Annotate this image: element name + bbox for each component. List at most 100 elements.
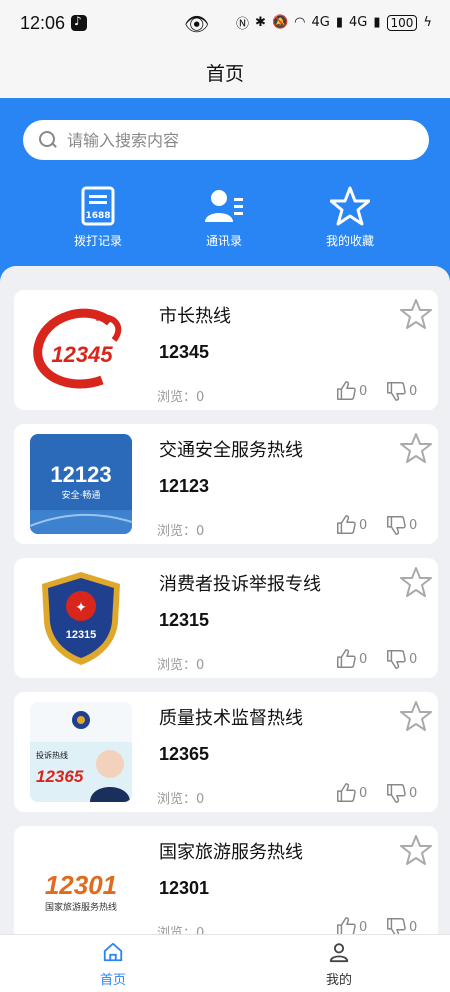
dislike-button[interactable]: 0 xyxy=(385,916,417,936)
signal-icon-2: ▮ xyxy=(373,15,381,30)
favorite-star-icon[interactable] xyxy=(400,432,432,464)
thumbs-up-icon xyxy=(337,783,356,802)
hotline-logo-12301: 12301 国家旅游服务热线 xyxy=(30,836,132,936)
mute-icon: 🔕 xyxy=(271,15,289,30)
favorite-star-icon[interactable] xyxy=(400,298,432,330)
hotline-logo-12315: ✦ 12315 xyxy=(30,568,132,668)
dislike-count: 0 xyxy=(409,651,418,667)
like-count: 0 xyxy=(359,651,368,667)
thumbs-down-icon xyxy=(387,784,406,803)
nav-bar: 首页 xyxy=(0,46,450,98)
search-bar[interactable] xyxy=(23,120,429,160)
like-button[interactable]: 0 xyxy=(335,380,367,402)
page-title: 首页 xyxy=(205,62,244,85)
tab-label: 首页 xyxy=(99,973,126,988)
thumbs-down-icon xyxy=(387,516,406,535)
call-log-icon: 1688 xyxy=(81,186,115,226)
like-button[interactable]: 0 xyxy=(335,514,367,536)
hotline-card[interactable]: 投诉热线 12365 质量技术监督热线 12365 浏览：0 0 0 xyxy=(14,692,438,812)
view-count: 浏览：0 xyxy=(157,524,205,539)
thumbs-up-icon xyxy=(337,917,356,936)
charging-icon: ϟ xyxy=(423,15,432,30)
star-icon xyxy=(330,186,370,226)
quick-action-contacts[interactable]: 通讯录 xyxy=(164,186,284,249)
quick-action-label: 我的收藏 xyxy=(325,234,374,248)
view-count: 浏览：0 xyxy=(157,792,205,807)
dislike-button[interactable]: 0 xyxy=(385,782,417,804)
quick-action-label: 通讯录 xyxy=(205,234,242,248)
bluetooth-icon: ✱ xyxy=(255,15,266,30)
quick-action-favorites[interactable]: 我的收藏 xyxy=(290,186,410,249)
dislike-count: 0 xyxy=(409,919,418,935)
logo-emblem-glyph: ✦ xyxy=(75,600,87,616)
hotline-card[interactable]: ✦ 12315 消费者投诉举报专线 12315 浏览：0 0 0 xyxy=(14,558,438,678)
battery-level: 100 xyxy=(386,14,418,31)
call-log-badge: 1688 xyxy=(85,211,110,221)
hotline-number[interactable]: 12315 xyxy=(159,610,209,631)
signal-icon-1: ▮ xyxy=(335,15,343,30)
thumbs-down-icon xyxy=(387,650,406,669)
signal-label-2: 4G xyxy=(349,15,368,30)
dislike-count: 0 xyxy=(409,517,418,533)
svg-text:12123: 12123 xyxy=(50,462,111,487)
tab-home[interactable]: 首页 xyxy=(63,941,163,988)
hotline-logo-12365: 投诉热线 12365 xyxy=(30,702,132,802)
svg-text:12365: 12365 xyxy=(36,767,84,786)
tiktok-notification-icon xyxy=(71,14,88,31)
thumbs-up-icon xyxy=(337,515,356,534)
dislike-button[interactable]: 0 xyxy=(385,514,417,536)
like-count: 0 xyxy=(359,785,368,801)
hotline-card[interactable]: 12345 市长热线 12345 浏览：0 0 0 xyxy=(14,290,438,410)
like-count: 0 xyxy=(359,919,368,935)
favorite-star-icon[interactable] xyxy=(400,834,432,866)
hotline-number[interactable]: 12123 xyxy=(159,476,209,497)
tab-label: 我的 xyxy=(325,973,352,988)
view-count: 浏览：0 xyxy=(157,658,205,673)
search-icon xyxy=(39,131,57,149)
hotline-name: 国家旅游服务热线 xyxy=(159,842,303,863)
svg-text:投诉热线: 投诉热线 xyxy=(36,750,68,760)
hotline-name: 交通安全服务热线 xyxy=(159,440,303,461)
contacts-icon xyxy=(205,190,243,222)
dislike-count: 0 xyxy=(409,785,418,801)
person-icon xyxy=(329,943,349,963)
hotline-name: 质量技术监督热线 xyxy=(159,708,303,729)
like-button[interactable]: 0 xyxy=(335,782,367,804)
hotline-card[interactable]: 12123 安全·畅通 交通安全服务热线 12123 浏览：0 0 0 xyxy=(14,424,438,544)
hotline-logo-12123: 12123 安全·畅通 xyxy=(30,434,132,534)
thumbs-down-icon xyxy=(387,382,406,401)
nfc-icon: Ⓝ xyxy=(236,17,250,32)
dislike-button[interactable]: 0 xyxy=(385,648,417,670)
hotline-list: 12345 市长热线 12345 浏览：0 0 0 12123 安全·畅通 交通… xyxy=(0,266,450,936)
svg-text:12345: 12345 xyxy=(51,342,113,367)
search-input[interactable] xyxy=(67,130,387,150)
like-button[interactable]: 0 xyxy=(335,916,367,936)
like-count: 0 xyxy=(359,517,368,533)
dislike-button[interactable]: 0 xyxy=(385,380,417,402)
status-icons: Ⓝ ✱ 🔕 ◠ 4G ▮ 4G ▮ 100 ϟ xyxy=(236,13,432,32)
hero-banner: 1688 拨打记录 通讯录 我的收藏 xyxy=(0,98,450,288)
favorite-star-icon[interactable] xyxy=(400,700,432,732)
wifi-icon: ◠ xyxy=(294,15,306,30)
tab-me[interactable]: 我的 xyxy=(289,941,389,988)
status-bar: 12:06 👁 Ⓝ ✱ 🔕 ◠ 4G ▮ 4G ▮ 100 ϟ xyxy=(0,0,450,46)
svg-text:12301: 12301 xyxy=(45,870,117,900)
svg-text:12315: 12315 xyxy=(66,629,97,641)
hotline-number[interactable]: 12365 xyxy=(159,744,209,765)
bottom-tab-bar: 首页 我的 xyxy=(0,934,450,992)
svg-text:国家旅游服务热线: 国家旅游服务热线 xyxy=(45,901,117,913)
signal-label-1: 4G xyxy=(311,15,330,30)
hotline-name: 消费者投诉举报专线 xyxy=(159,574,321,595)
status-time: 12:06 xyxy=(20,12,66,33)
eye-icon: 👁 xyxy=(184,12,210,36)
favorite-star-icon[interactable] xyxy=(400,566,432,598)
hotline-logo-12345: 12345 xyxy=(30,300,132,400)
quick-action-label: 拨打记录 xyxy=(73,234,122,248)
quick-action-call-log[interactable]: 1688 拨打记录 xyxy=(38,186,158,249)
hotline-number[interactable]: 12301 xyxy=(159,878,209,899)
hotline-number[interactable]: 12345 xyxy=(159,342,209,363)
home-icon xyxy=(103,942,123,962)
hotline-card[interactable]: 12301 国家旅游服务热线 国家旅游服务热线 12301 浏览：0 0 0 xyxy=(14,826,438,936)
thumbs-down-icon xyxy=(387,918,406,936)
like-button[interactable]: 0 xyxy=(335,648,367,670)
